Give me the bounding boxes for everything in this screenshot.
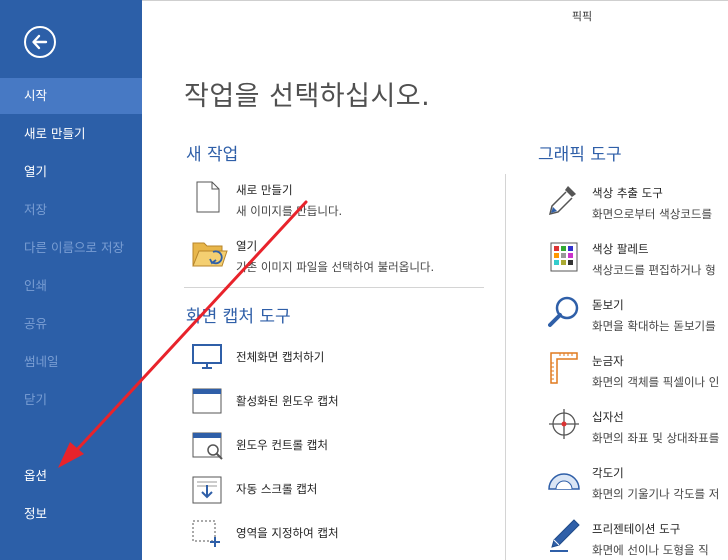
capture-auto-scroll[interactable]: 자동 스크롤 캡처	[236, 481, 317, 497]
open-folder-icon[interactable]	[192, 238, 228, 272]
task-new-file-title: 새로 만들기	[236, 183, 293, 197]
section-title-capture: 화면 캡처 도구	[186, 307, 291, 327]
top-border	[142, 0, 728, 1]
tool-ruler-desc: 화면의 객체를 픽셀이나 인	[592, 375, 720, 389]
page-heading: 작업을 선택하십시오.	[184, 81, 431, 112]
window-control-capture-icon[interactable]	[192, 432, 224, 464]
sidebar-item-open[interactable]: 열기	[0, 154, 142, 190]
section-divider	[184, 287, 484, 288]
active-window-capture-icon[interactable]	[192, 388, 222, 418]
protractor-icon[interactable]	[548, 470, 580, 494]
sidebar-item-save-as[interactable]: 다른 이름으로 저장	[0, 230, 142, 266]
section-title-graphic: 그래픽 도구	[538, 145, 622, 165]
tool-crosshair[interactable]: 십자선 화면의 좌표 및 상대좌표를	[592, 409, 719, 446]
tool-presentation-desc: 화면에 선이나 도형을 직	[592, 543, 709, 557]
back-arrow-icon	[32, 34, 48, 50]
sidebar-item-new[interactable]: 새로 만들기	[0, 116, 142, 152]
sidebar-item-save[interactable]: 저장	[0, 192, 142, 228]
fullscreen-capture-icon[interactable]	[192, 344, 222, 374]
task-new-file[interactable]: 새로 만들기 새 이미지를 만듭니다.	[236, 182, 342, 219]
tool-magnifier-title: 돋보기	[592, 298, 624, 312]
tool-protractor-title: 각도기	[592, 466, 624, 480]
tool-color-picker-title: 색상 추출 도구	[592, 186, 663, 200]
sidebar-item-close[interactable]: 닫기	[0, 382, 142, 418]
tool-magnifier[interactable]: 돋보기 화면을 확대하는 돋보기를	[592, 297, 716, 334]
tool-ruler[interactable]: 눈금자 화면의 객체를 픽셀이나 인	[592, 353, 719, 390]
sidebar-item-share[interactable]: 공유	[0, 306, 142, 342]
tool-ruler-title: 눈금자	[592, 354, 624, 368]
tool-magnifier-desc: 화면을 확대하는 돋보기를	[592, 319, 716, 333]
tool-crosshair-title: 십자선	[592, 410, 624, 424]
sidebar-item-start[interactable]: 시작	[0, 78, 142, 114]
capture-active-window[interactable]: 활성화된 윈도우 캡처	[236, 393, 339, 409]
task-new-file-desc: 새 이미지를 만듭니다.	[236, 204, 343, 218]
tool-color-palette[interactable]: 색상 팔레트 색상코드를 편집하거나 형	[592, 241, 716, 278]
tool-presentation-title: 프리젠테이션 도구	[592, 522, 681, 536]
magnifier-icon[interactable]	[548, 296, 580, 332]
capture-window-control[interactable]: 윈도우 컨트롤 캡처	[236, 437, 328, 453]
tool-color-palette-desc: 색상코드를 편집하거나 형	[592, 263, 716, 277]
capture-fullscreen[interactable]: 전체화면 캡처하기	[236, 349, 324, 365]
tool-presentation[interactable]: 프리젠테이션 도구 화면에 선이나 도형을 직	[592, 521, 709, 558]
new-file-icon[interactable]	[196, 181, 220, 217]
eyedropper-icon[interactable]	[548, 184, 578, 220]
tool-color-palette-title: 색상 팔레트	[592, 242, 649, 256]
crosshair-icon[interactable]	[548, 408, 580, 444]
capture-region[interactable]: 영역을 지정하여 캡처	[236, 525, 339, 541]
tool-color-picker-desc: 화면으로부터 색상코드를	[592, 207, 713, 221]
task-open-file-title: 열기	[236, 239, 258, 253]
ruler-icon[interactable]	[550, 352, 578, 388]
sidebar-item-thumbnail[interactable]: 썸네일	[0, 344, 142, 380]
sidebar-item-info[interactable]: 정보	[0, 496, 142, 532]
region-capture-icon[interactable]	[192, 520, 222, 552]
column-divider	[505, 174, 506, 560]
task-open-file[interactable]: 열기 기존 이미지 파일을 선택하여 불러옵니다.	[236, 238, 434, 275]
tool-protractor[interactable]: 각도기 화면의 기울기나 각도를 저	[592, 465, 719, 502]
back-button[interactable]	[24, 26, 56, 58]
pen-icon[interactable]	[548, 518, 580, 556]
palette-icon[interactable]	[550, 242, 578, 276]
tool-protractor-desc: 화면의 기울기나 각도를 저	[592, 487, 720, 501]
sidebar-item-print[interactable]: 인쇄	[0, 268, 142, 304]
tool-color-picker[interactable]: 색상 추출 도구 화면으로부터 색상코드를	[592, 185, 712, 222]
sidebar: 시작 새로 만들기 열기 저장 다른 이름으로 저장 인쇄 공유 썸네일 닫기 …	[0, 0, 142, 560]
app-title: 픽픽	[571, 10, 593, 23]
section-title-new-task: 새 작업	[186, 145, 239, 165]
sidebar-item-options[interactable]: 옵션	[0, 458, 142, 494]
tool-crosshair-desc: 화면의 좌표 및 상대좌표를	[592, 431, 720, 445]
task-open-file-desc: 기존 이미지 파일을 선택하여 불러옵니다.	[236, 260, 435, 274]
scroll-capture-icon[interactable]	[192, 476, 222, 508]
